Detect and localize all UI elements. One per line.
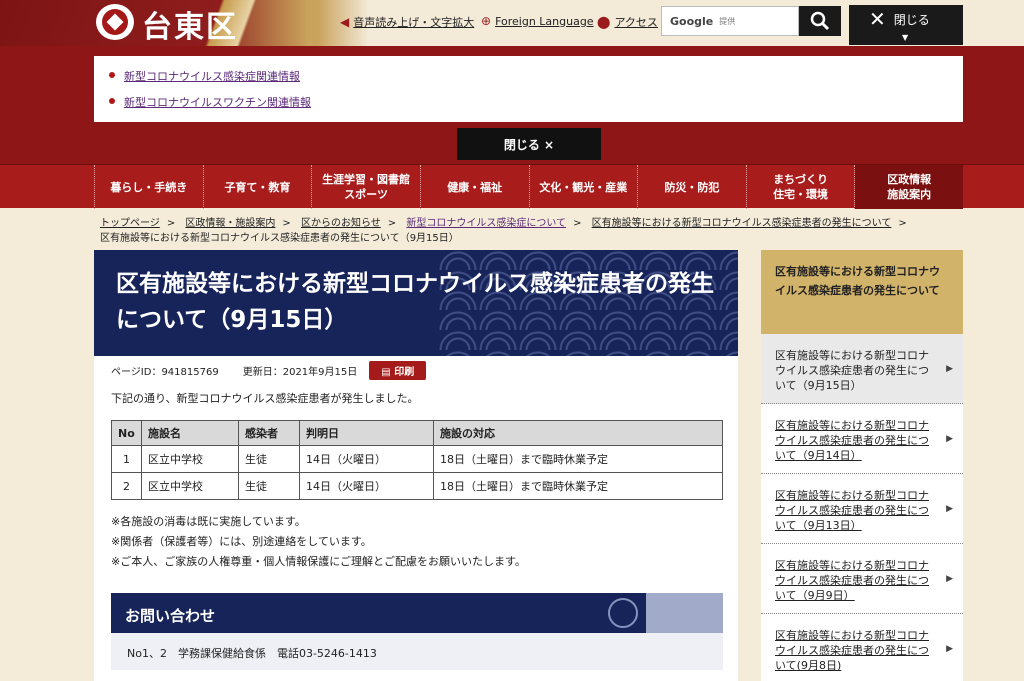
table-cell: 生徒 (238, 472, 300, 500)
nav-item-culture[interactable]: 文化・観光・産業 (530, 165, 639, 209)
site-logo-text[interactable]: 台東区 (142, 2, 238, 46)
chevron-right-icon: ▶ (946, 504, 953, 514)
sidebar-item[interactable]: 区有施設等における新型コロナウイルス感染症患者の発生について（9月13日） ▶ (761, 474, 963, 544)
search-icon (810, 11, 830, 31)
voice-zoom-link[interactable]: ◀︎ 音声読み上げ・文字拡大 (340, 14, 474, 30)
nav-item-living[interactable]: 暮らし・手続き (94, 165, 204, 209)
contact-heading: お問い合わせ (111, 593, 723, 633)
close-notice-button[interactable]: 閉じる × (457, 128, 601, 160)
notice-link-covid[interactable]: 新型コロナウイルス感染症関連情報 (109, 68, 963, 94)
breadcrumb: トップページ > 区政情報・施設案内 > 区からのお知らせ > 新型コロナウイルス感染… (100, 218, 907, 244)
speaker-icon: ◀︎ (340, 15, 350, 29)
notice-band: 新型コロナウイルス感染症関連情報 新型コロナウイルスワクチン関連情報 閉じる × (0, 46, 1024, 164)
sidebar-item-current[interactable]: 区有施設等における新型コロナウイルス感染症患者の発生について（9月15日） ▶ (761, 334, 963, 404)
column-header: 感染者 (238, 420, 300, 446)
table-row: 1 区立中学校 生徒 14日（火曜日） 18日（土曜日）まで臨時休業予定 (111, 445, 723, 473)
table-cell: 区立中学校 (141, 445, 239, 473)
table-cell: 区立中学校 (141, 472, 239, 500)
table-cell: 14日（火曜日） (299, 445, 434, 473)
table-cell: 18日（土曜日）まで臨時休業予定 (433, 445, 723, 473)
foreign-language-link[interactable]: ⊕ Foreign Language (481, 14, 594, 28)
table-cell: 生徒 (238, 445, 300, 473)
cases-table: No 施設名 感染者 判明日 施設の対応 1 区立中学校 生徒 14日（火曜日）… (111, 420, 723, 500)
close-menu-button[interactable]: ✕ 閉じる ▼ (849, 5, 963, 45)
page-title: 区有施設等における新型コロナウイルス感染症患者の発生について（9月15日） (116, 271, 714, 333)
title-banner: 区有施設等における新型コロナウイルス感染症患者の発生について（9月15日） (94, 250, 738, 356)
notice-list: 新型コロナウイルス感染症関連情報 新型コロナウイルスワクチン関連情報 (94, 56, 963, 122)
column-header: No (111, 420, 142, 446)
caret-down-icon: ▼ (902, 33, 909, 42)
pattern-decoration (646, 593, 723, 633)
contact-body: No1、2 学務課保健給食係 電話03-5246-1413 (111, 633, 723, 670)
search-input[interactable]: Google 提供 (661, 6, 799, 36)
sidebar-item[interactable]: 区有施設等における新型コロナウイルス感染症患者の発生について（9月14日） ▶ (761, 404, 963, 474)
flower-emblem-icon (608, 598, 638, 628)
table-cell: 1 (111, 445, 142, 473)
chevron-right-icon: ▶ (946, 364, 953, 374)
intro-text: 下記の通り、新型コロナウイルス感染症患者が発生しました。 (111, 392, 419, 405)
sidebar: 区有施設等における新型コロナウイルス感染症患者の発生について 区有施設等における… (761, 250, 963, 681)
logo-emblem-icon[interactable] (96, 4, 134, 40)
table-header-row: No 施設名 感染者 判明日 施設の対応 (111, 420, 723, 446)
notice-link-vaccine[interactable]: 新型コロナウイルスワクチン関連情報 (109, 94, 963, 120)
page-id: ページID：941815769 (111, 367, 219, 378)
nav-item-government[interactable]: 区政情報 施設案内 (855, 165, 963, 209)
global-nav: 暮らし・手続き 子育て・教育 生涯学習・図書館 スポーツ 健康・福祉 文化・観光… (0, 164, 1024, 209)
globe-icon: ⊕ (481, 14, 492, 28)
access-link[interactable]: ⬤ アクセス (597, 14, 658, 30)
printer-icon: ▤ (381, 367, 395, 378)
note-item: ※各施設の消毒は既に実施しています。 (111, 515, 306, 528)
nav-item-safety[interactable]: 防災・防犯 (638, 165, 747, 209)
column-header: 判明日 (299, 420, 434, 446)
search-button[interactable] (799, 6, 841, 36)
table-cell: 14日（火曜日） (299, 472, 434, 500)
chevron-right-icon: ▶ (946, 434, 953, 444)
main-content: 区有施設等における新型コロナウイルス感染症患者の発生について（9月15日） ペー… (94, 250, 738, 681)
breadcrumb-link[interactable]: 区からのお知らせ (301, 218, 381, 229)
note-item: ※ご本人、ご家族の人権尊重・個人情報保護にご理解とご配慮をお願いいたします。 (111, 555, 526, 568)
sidebar-heading: 区有施設等における新型コロナウイルス感染症患者の発生について (761, 250, 963, 334)
breadcrumb-link[interactable]: 区政情報・施設案内 (185, 218, 275, 229)
column-header: 施設の対応 (433, 420, 723, 446)
breadcrumb-link[interactable]: トップページ (100, 218, 160, 229)
nav-item-town[interactable]: まちづくり 住宅・環境 (747, 165, 856, 209)
nav-item-health[interactable]: 健康・福祉 (421, 165, 530, 209)
note-item: ※関係者（保護者等）には、別途連絡をしています。 (111, 535, 372, 548)
breadcrumb-link[interactable]: 区有施設等における新型コロナウイルス感染症患者の発生について (592, 218, 892, 229)
table-cell: 2 (111, 472, 142, 500)
table-row: 2 区立中学校 生徒 14日（火曜日） 18日（土曜日）まで臨時休業予定 (111, 472, 723, 500)
breadcrumb-current: 区有施設等における新型コロナウイルス感染症患者の発生について（9月15日） (100, 233, 459, 244)
chevron-right-icon: ▶ (946, 644, 953, 654)
map-pin-icon: ⬤ (597, 15, 611, 29)
site-header: 台東区 ◀︎ 音声読み上げ・文字拡大 ⊕ Foreign Language ⬤ アクセ… (0, 0, 1024, 46)
breadcrumb-link[interactable]: 新型コロナウイルス感染症について (406, 218, 566, 229)
close-icon: ✕ (869, 7, 886, 31)
chevron-right-icon: ▶ (946, 574, 953, 584)
page-meta: ページID：941815769 更新日：2021年9月15日 ▤ 印刷 (111, 361, 427, 380)
table-cell: 18日（土曜日）まで臨時休業予定 (433, 472, 723, 500)
column-header: 施設名 (141, 420, 239, 446)
sidebar-item[interactable]: 区有施設等における新型コロナウイルス感染症患者の発生について(9月8日) ▶ (761, 614, 963, 681)
nav-item-learning[interactable]: 生涯学習・図書館 スポーツ (312, 165, 421, 209)
print-button[interactable]: ▤ 印刷 (369, 361, 427, 380)
notes: ※各施設の消毒は既に実施しています。 ※関係者（保護者等）には、別途連絡をしてい… (111, 512, 526, 572)
nav-item-childcare[interactable]: 子育て・教育 (204, 165, 313, 209)
sidebar-item[interactable]: 区有施設等における新型コロナウイルス感染症患者の発生について（9月9日） ▶ (761, 544, 963, 614)
updated-date: 更新日：2021年9月15日 (242, 367, 358, 378)
